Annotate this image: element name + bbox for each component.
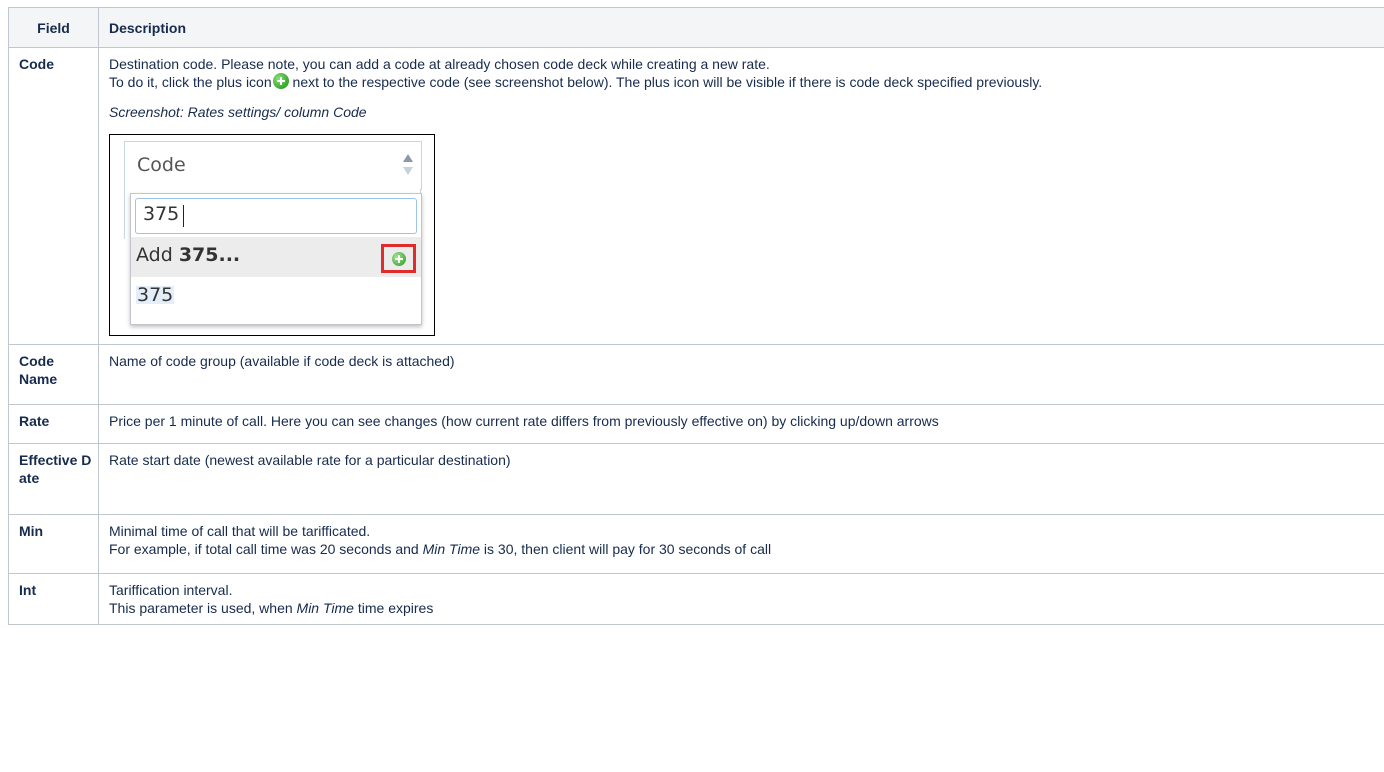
highlight-box [381, 244, 416, 273]
code-input: 375 [135, 198, 417, 234]
description-text: For example, if total call time was 20 s… [109, 540, 1374, 558]
header-field: Field [8, 7, 99, 48]
field-cell: Min [8, 514, 99, 574]
screenshot-caption: Screenshot: Rates settings/ column Code [109, 104, 367, 120]
description-text: To do it, click the plus icon next to th… [109, 73, 1374, 91]
field-cell: Int [8, 573, 99, 625]
description-text-part: next to the respective code (see screens… [288, 74, 1043, 90]
column-header: Code [124, 141, 422, 190]
description-cell: Destination code. Please note, you can a… [98, 47, 1384, 345]
field-cell: Code Name [8, 344, 99, 405]
code-option: 375 [136, 284, 175, 306]
description-text-part: is 30, then client will pay for 30 secon… [480, 541, 772, 557]
add-code-option: Add 375... [131, 237, 421, 277]
divider [124, 189, 125, 239]
table-row: Code Name Name of code group (available … [8, 344, 1384, 405]
description-emphasis: Min Time [422, 541, 481, 557]
table-row: Min Minimal time of call that will be ta… [8, 514, 1384, 574]
description-text: This parameter is used, when Min Time ti… [109, 599, 1374, 617]
description-text: Destination code. Please note, you can a… [109, 56, 770, 72]
field-cell: Rate [8, 404, 99, 444]
description-emphasis: Min Time [296, 600, 354, 616]
description-cell: Name of code group (available if code de… [98, 344, 1384, 405]
plus-icon [272, 73, 289, 89]
add-prefix: Add [136, 244, 179, 266]
add-value: 375... [178, 244, 241, 266]
table-header-row: Field Description [8, 7, 1384, 48]
fields-table: Field Description Code Destination code.… [8, 7, 1384, 625]
column-header-label: Code [137, 154, 186, 176]
header-description: Description [98, 7, 1384, 48]
description-text: Tariffication interval. [109, 582, 233, 598]
plus-icon [392, 252, 406, 266]
description-text: Minimal time of call that will be tariff… [109, 523, 371, 539]
description-cell: Minimal time of call that will be tariff… [98, 514, 1384, 574]
description-text-part: For example, if total call time was 20 s… [109, 541, 423, 557]
description-text-part: time expires [353, 600, 434, 616]
add-code-label: Add 375... [136, 244, 241, 266]
embedded-screenshot: Code 375 Add 375... 375 [109, 134, 435, 336]
description-text-part: This parameter is used, when [109, 600, 297, 616]
code-input-value: 375 [143, 203, 180, 225]
table-row: Rate Price per 1 minute of call. Here yo… [8, 404, 1384, 444]
description-cell: Tariffication interval. This parameter i… [98, 573, 1384, 625]
text-caret [183, 205, 184, 227]
description-cell: Price per 1 minute of call. Here you can… [98, 404, 1384, 444]
table-row: Int Tariffication interval. This paramet… [8, 573, 1384, 625]
field-cell: Code [8, 47, 99, 345]
sort-arrows-icon [403, 154, 413, 176]
description-text-part: To do it, click the plus icon [109, 74, 272, 90]
code-dropdown: 375 Add 375... 375 [130, 193, 422, 325]
table-row: Effective Date Rate start date (newest a… [8, 443, 1384, 515]
field-cell: Effective Date [8, 443, 99, 515]
description-cell: Rate start date (newest available rate f… [98, 443, 1384, 515]
table-row: Code Destination code. Please note, you … [8, 47, 1384, 345]
